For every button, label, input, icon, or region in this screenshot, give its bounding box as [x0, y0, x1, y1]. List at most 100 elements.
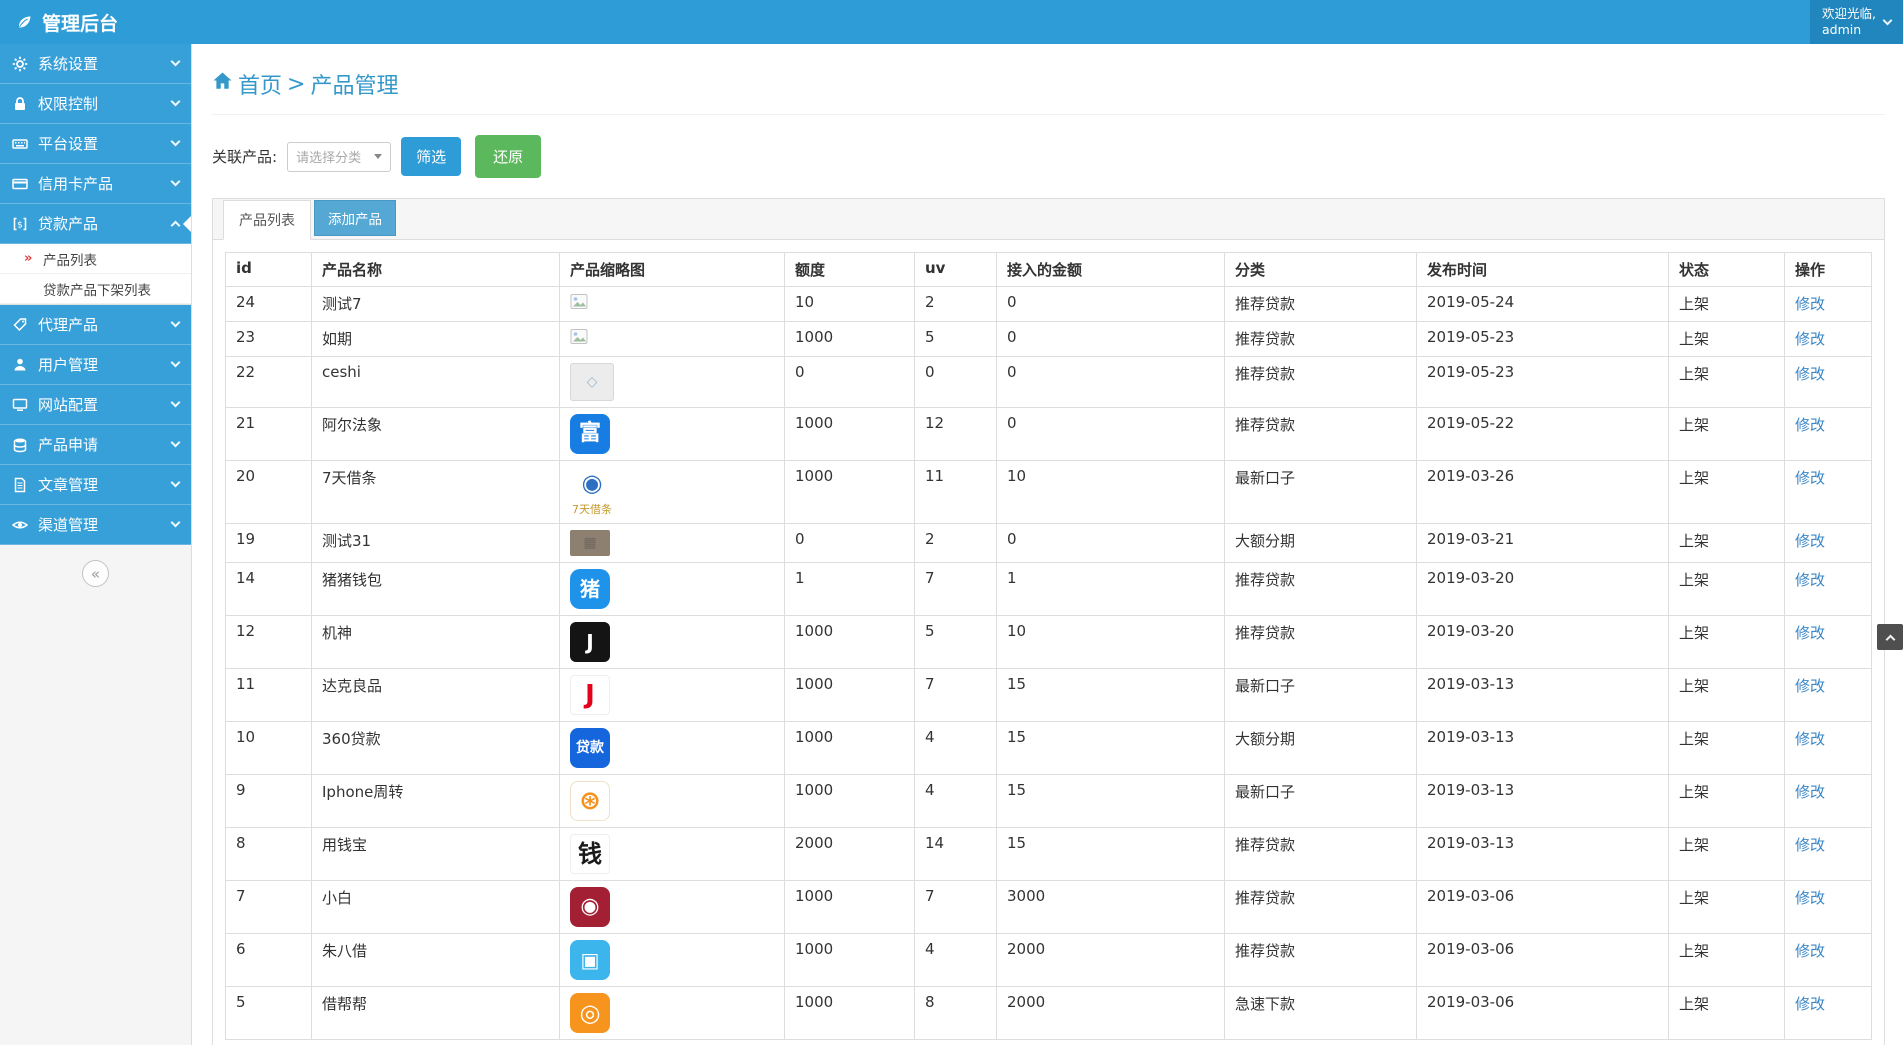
cell-id: 14	[225, 562, 312, 616]
back-to-top-button[interactable]	[1877, 624, 1903, 650]
cell-status: 上架	[1668, 827, 1785, 881]
cell-status: 上架	[1668, 321, 1785, 357]
edit-link[interactable]: 修改	[1795, 624, 1825, 642]
tab-0[interactable]: 产品列表	[223, 200, 311, 240]
welcome-text: 欢迎光临, admin	[1822, 5, 1876, 37]
edit-link[interactable]: 修改	[1795, 995, 1825, 1013]
table-row: 22 ceshi ◇ 0 0 0 推荐贷款 2019-05-23 上架 修改	[225, 356, 1872, 408]
table-wrap: id 产品名称 产品缩略图 额度 uv 接入的金额 分类 发布时间 状态 操作 24 测试7 10 2 0…	[213, 240, 1884, 1045]
app-header: 管理后台 欢迎光临, admin	[0, 0, 1903, 44]
sidebar-item-0[interactable]: 系统设置	[0, 44, 191, 84]
sidebar-item-4[interactable]: $ 贷款产品	[0, 204, 191, 244]
filter-bar: 关联产品: 请选择分类 筛选 还原	[212, 135, 1885, 178]
cell-id: 11	[225, 668, 312, 722]
sidebar-item-label: 用户管理	[38, 356, 99, 374]
edit-link[interactable]: 修改	[1795, 571, 1825, 589]
cell-id: 24	[225, 286, 312, 322]
table-row: 7 小白 ◉ 1000 7 3000 推荐贷款 2019-03-06 上架 修改	[225, 880, 1872, 934]
category-select[interactable]: 请选择分类	[287, 141, 392, 172]
cell-uv: 7	[914, 880, 997, 934]
cell-category: 推荐贷款	[1224, 615, 1417, 669]
edit-link[interactable]: 修改	[1795, 330, 1825, 348]
cell-category: 最新口子	[1224, 460, 1417, 524]
cell-id: 10	[225, 721, 312, 775]
edit-link[interactable]: 修改	[1795, 677, 1825, 695]
sidebar-item-1[interactable]: 权限控制	[0, 84, 191, 124]
sidebar-subitem-0[interactable]: » 产品列表	[0, 244, 191, 274]
account-dropdown[interactable]: 欢迎光临, admin	[1810, 0, 1903, 44]
chevron-down-icon	[170, 176, 181, 187]
column-header-action: 操作	[1784, 252, 1872, 287]
cell-amount: 0	[996, 286, 1225, 322]
cell-category: 大额分期	[1224, 523, 1417, 563]
sidebar-item-2[interactable]: 平台设置	[0, 124, 191, 164]
cell-thumb	[559, 286, 785, 322]
product-thumbnail: 富	[570, 414, 610, 454]
cell-amount: 10	[996, 615, 1225, 669]
cell-category: 推荐贷款	[1224, 827, 1417, 881]
sidebar-item-5[interactable]: 代理产品	[0, 305, 191, 345]
chevron-down-icon	[170, 517, 181, 528]
sidebar-item-label: 贷款产品	[38, 215, 99, 233]
sidebar-item-6[interactable]: 用户管理	[0, 345, 191, 385]
cell-date: 2019-05-23	[1416, 356, 1669, 408]
sidebar-item-9[interactable]: 文章管理	[0, 465, 191, 505]
svg-text:$: $	[17, 220, 23, 230]
cell-date: 2019-05-24	[1416, 286, 1669, 322]
edit-link[interactable]: 修改	[1795, 889, 1825, 907]
caret-down-icon	[374, 154, 383, 159]
breadcrumb-separator: >	[287, 71, 306, 97]
edit-link[interactable]: 修改	[1795, 783, 1825, 801]
edit-link[interactable]: 修改	[1795, 469, 1825, 487]
cell-status: 上架	[1668, 986, 1785, 1040]
cell-thumb: 猪	[559, 562, 785, 616]
cell-date: 2019-03-06	[1416, 880, 1669, 934]
sidebar-subitem-1[interactable]: »贷款产品下架列表	[0, 274, 191, 304]
sidebar-item-10[interactable]: 渠道管理	[0, 505, 191, 545]
product-table: id 产品名称 产品缩略图 额度 uv 接入的金额 分类 发布时间 状态 操作 24 测试7 10 2 0…	[225, 252, 1872, 1040]
cell-amount: 15	[996, 668, 1225, 722]
cell-status: 上架	[1668, 615, 1785, 669]
edit-link[interactable]: 修改	[1795, 942, 1825, 960]
edit-link[interactable]: 修改	[1795, 532, 1825, 550]
cell-thumb: ◇	[559, 356, 785, 408]
chevron-down-icon	[170, 56, 181, 67]
sidebar-item-8[interactable]: 产品申请	[0, 425, 191, 465]
chevron-down-icon	[1882, 15, 1893, 25]
cell-quota: 1000	[784, 986, 915, 1040]
cell-status: 上架	[1668, 668, 1785, 722]
filter-button[interactable]: 筛选	[401, 137, 462, 176]
cell-id: 7	[225, 880, 312, 934]
cell-id: 5	[225, 986, 312, 1040]
chevron-down-icon	[170, 317, 181, 328]
cell-name: 小白	[311, 880, 560, 934]
cell-name: 360贷款	[311, 721, 560, 775]
eye-icon	[12, 517, 28, 533]
cell-quota: 1000	[784, 407, 915, 461]
tab-1[interactable]: 添加产品	[314, 200, 396, 236]
cell-date: 2019-03-13	[1416, 721, 1669, 775]
cell-amount: 0	[996, 321, 1225, 357]
edit-link[interactable]: 修改	[1795, 295, 1825, 313]
column-header-id: id	[225, 252, 312, 287]
keyboard-icon	[12, 136, 28, 152]
edit-link[interactable]: 修改	[1795, 416, 1825, 434]
sidebar-item-7[interactable]: 网站配置	[0, 385, 191, 425]
reset-button[interactable]: 还原	[475, 135, 542, 178]
table-row: 19 测试31 ▦ 0 2 0 大额分期 2019-03-21 上架 修改	[225, 523, 1872, 563]
column-header-date: 发布时间	[1416, 252, 1669, 287]
breadcrumb: 首页 > 产品管理	[212, 44, 1885, 115]
sidebar-collapse-button[interactable]: «	[82, 560, 109, 587]
edit-link[interactable]: 修改	[1795, 730, 1825, 748]
edit-link[interactable]: 修改	[1795, 836, 1825, 854]
sidebar-item-3[interactable]: 信用卡产品	[0, 164, 191, 204]
cell-status: 上架	[1668, 774, 1785, 828]
edit-link[interactable]: 修改	[1795, 365, 1825, 383]
cell-name: 阿尔法象	[311, 407, 560, 461]
main-content: 首页 > 产品管理 关联产品: 请选择分类 筛选 还原 产品列表 添加产品 id 产…	[192, 44, 1903, 1045]
cell-uv: 5	[914, 615, 997, 669]
broken-image-icon	[570, 294, 592, 315]
sidebar-item-label: 网站配置	[38, 396, 99, 414]
breadcrumb-home-link[interactable]: 首页	[212, 68, 282, 100]
table-row: 21 阿尔法象富 1000 12 0 推荐贷款 2019-05-22 上架 修改	[225, 407, 1872, 461]
